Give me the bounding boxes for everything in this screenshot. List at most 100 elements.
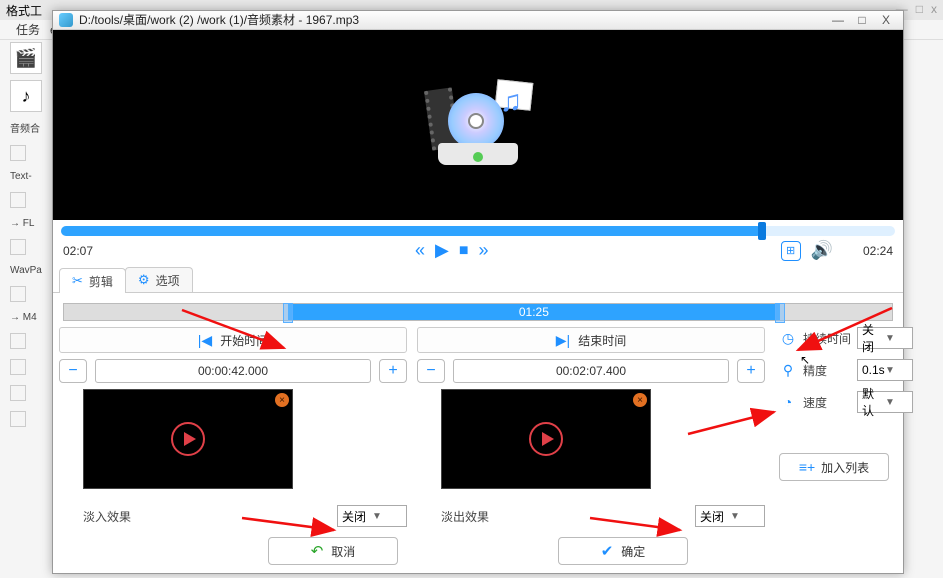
side-text-label: Text-: [10, 169, 50, 184]
settings-column: ◷ 持续时间 关闭 ▼ ⚲ 精度 0.1s ▼ ◔ 速度 默认: [775, 327, 913, 527]
precision-label: 精度: [803, 362, 851, 379]
menu-task[interactable]: 任务: [16, 21, 40, 38]
side-x3-icon[interactable]: [10, 385, 26, 401]
speed-select[interactable]: 默认 ▼: [857, 391, 913, 413]
transport-bar: 02:07 « ▶ ■ » ⊞ 🔊 02:24: [53, 236, 903, 267]
end-thumbnail[interactable]: ×: [441, 389, 651, 489]
rewind-icon[interactable]: «: [415, 240, 425, 261]
stop-icon[interactable]: ■: [459, 242, 469, 260]
undo-icon: ↶: [311, 542, 324, 560]
range-selector[interactable]: 01:25: [53, 293, 903, 327]
range-handle-start[interactable]: [283, 303, 293, 323]
end-time-value[interactable]: 00:02:07.400: [453, 359, 729, 383]
parent-close[interactable]: x: [931, 2, 937, 16]
side-wv-icon[interactable]: [10, 239, 26, 255]
preview-area: ♫: [53, 30, 903, 220]
side-m4r-label: → M4: [10, 310, 50, 325]
list-add-icon: ≡+: [799, 459, 815, 475]
side-m4r-icon[interactable]: [10, 286, 26, 302]
window-controls: — □ X: [827, 12, 897, 28]
side-merge-label: 音频合: [10, 118, 50, 137]
fade-out-value: 关闭: [700, 508, 730, 525]
check-icon: ✔: [601, 542, 614, 560]
current-time: 02:07: [63, 244, 123, 258]
fade-in-select[interactable]: 关闭 ▼: [337, 505, 407, 527]
end-column: ▶| 结束时间 − 00:02:07.400 + × 淡出效果 关闭 ▼: [417, 327, 765, 527]
end-time-label: 结束时间: [578, 332, 626, 349]
clock-icon: ◷: [779, 330, 797, 347]
play-icon[interactable]: ▶: [435, 240, 449, 261]
ok-button[interactable]: ✔ 确定: [558, 537, 688, 565]
end-plus-button[interactable]: +: [737, 359, 765, 383]
editor-window: D:/tools/桌面/work (2) /work (1)/音频素材 - 19…: [52, 10, 904, 574]
start-time-label: 开始时间: [220, 332, 268, 349]
tab-options[interactable]: ⚙ 选项: [125, 267, 193, 292]
chevron-down-icon: ▼: [730, 511, 760, 522]
range-selection[interactable]: 01:25: [288, 304, 781, 320]
side-fla-icon[interactable]: [10, 192, 26, 208]
precision-select[interactable]: 0.1s ▼: [857, 359, 913, 381]
snapshot-icon[interactable]: ⊞: [781, 241, 801, 261]
tabs: ✂ 剪辑 ⚙ 选项: [53, 267, 903, 293]
seek-slider[interactable]: [61, 226, 895, 236]
start-time-header[interactable]: |◀ 开始时间: [59, 327, 407, 353]
media-placeholder-icon: ♫: [428, 85, 528, 165]
fade-in-label: 淡入效果: [83, 508, 143, 525]
start-thumbnail[interactable]: ×: [83, 389, 293, 489]
gear-icon: ⚙: [138, 272, 150, 288]
speed-value: 默认: [862, 385, 885, 419]
end-thumb-play-icon[interactable]: [529, 422, 563, 456]
side-x4-icon[interactable]: [10, 411, 26, 427]
minimize-button[interactable]: —: [827, 12, 849, 28]
total-time: 02:24: [833, 244, 893, 258]
scissors-icon: ✂: [72, 273, 83, 289]
app-icon: [59, 13, 73, 27]
precision-value: 0.1s: [862, 363, 885, 377]
chevron-down-icon: ▼: [885, 365, 908, 376]
side-fla-label: → FL: [10, 216, 50, 231]
start-time-value[interactable]: 00:00:42.000: [95, 359, 371, 383]
forward-icon[interactable]: »: [479, 240, 489, 261]
parent-sidebar: 🎬 ♪ 音频合 Text- → FL WavPa → M4: [10, 42, 50, 429]
side-wav-label: WavPa: [10, 263, 50, 278]
start-plus-button[interactable]: +: [379, 359, 407, 383]
end-minus-button[interactable]: −: [417, 359, 445, 383]
chevron-down-icon: ▼: [372, 511, 402, 522]
end-time-header[interactable]: ▶| 结束时间: [417, 327, 765, 353]
fade-out-label: 淡出效果: [441, 508, 501, 525]
range-duration: 01:25: [519, 305, 549, 319]
maximize-button[interactable]: □: [851, 12, 873, 28]
end-thumb-close-icon[interactable]: ×: [633, 393, 647, 407]
start-minus-button[interactable]: −: [59, 359, 87, 383]
ok-label: 确定: [621, 543, 645, 560]
add-to-list-button[interactable]: ≡+ 加入列表: [779, 453, 889, 481]
titlebar[interactable]: D:/tools/桌面/work (2) /work (1)/音频素材 - 19…: [53, 11, 903, 30]
tab-options-label: 选项: [156, 272, 180, 289]
add-to-list-label: 加入列表: [821, 459, 869, 476]
side-music-icon[interactable]: ♪: [10, 80, 42, 112]
cancel-label: 取消: [331, 543, 355, 560]
tab-trim[interactable]: ✂ 剪辑: [59, 268, 126, 293]
fade-in-value: 关闭: [342, 508, 372, 525]
duration-label: 持续时间: [803, 330, 851, 347]
start-thumb-close-icon[interactable]: ×: [275, 393, 289, 407]
speed-icon: ◔: [779, 394, 797, 410]
volume-icon[interactable]: 🔊: [811, 240, 833, 261]
cancel-button[interactable]: ↶ 取消: [268, 537, 398, 565]
start-thumb-play-icon[interactable]: [171, 422, 205, 456]
chevron-down-icon: ▼: [885, 333, 908, 344]
tab-trim-label: 剪辑: [89, 273, 113, 290]
side-video-icon[interactable]: 🎬: [10, 42, 42, 74]
window-title: D:/tools/桌面/work (2) /work (1)/音频素材 - 19…: [79, 11, 827, 28]
close-button[interactable]: X: [875, 12, 897, 28]
fade-out-select[interactable]: 关闭 ▼: [695, 505, 765, 527]
seek-thumb[interactable]: [758, 222, 766, 240]
duration-select[interactable]: 关闭 ▼: [857, 327, 913, 349]
side-x1-icon[interactable]: [10, 333, 26, 349]
parent-max[interactable]: □: [916, 2, 923, 16]
side-txt-icon[interactable]: [10, 145, 26, 161]
side-x2-icon[interactable]: [10, 359, 26, 375]
skip-start-icon: |◀: [198, 332, 212, 349]
seek-row: [53, 220, 903, 236]
range-handle-end[interactable]: [775, 303, 785, 323]
